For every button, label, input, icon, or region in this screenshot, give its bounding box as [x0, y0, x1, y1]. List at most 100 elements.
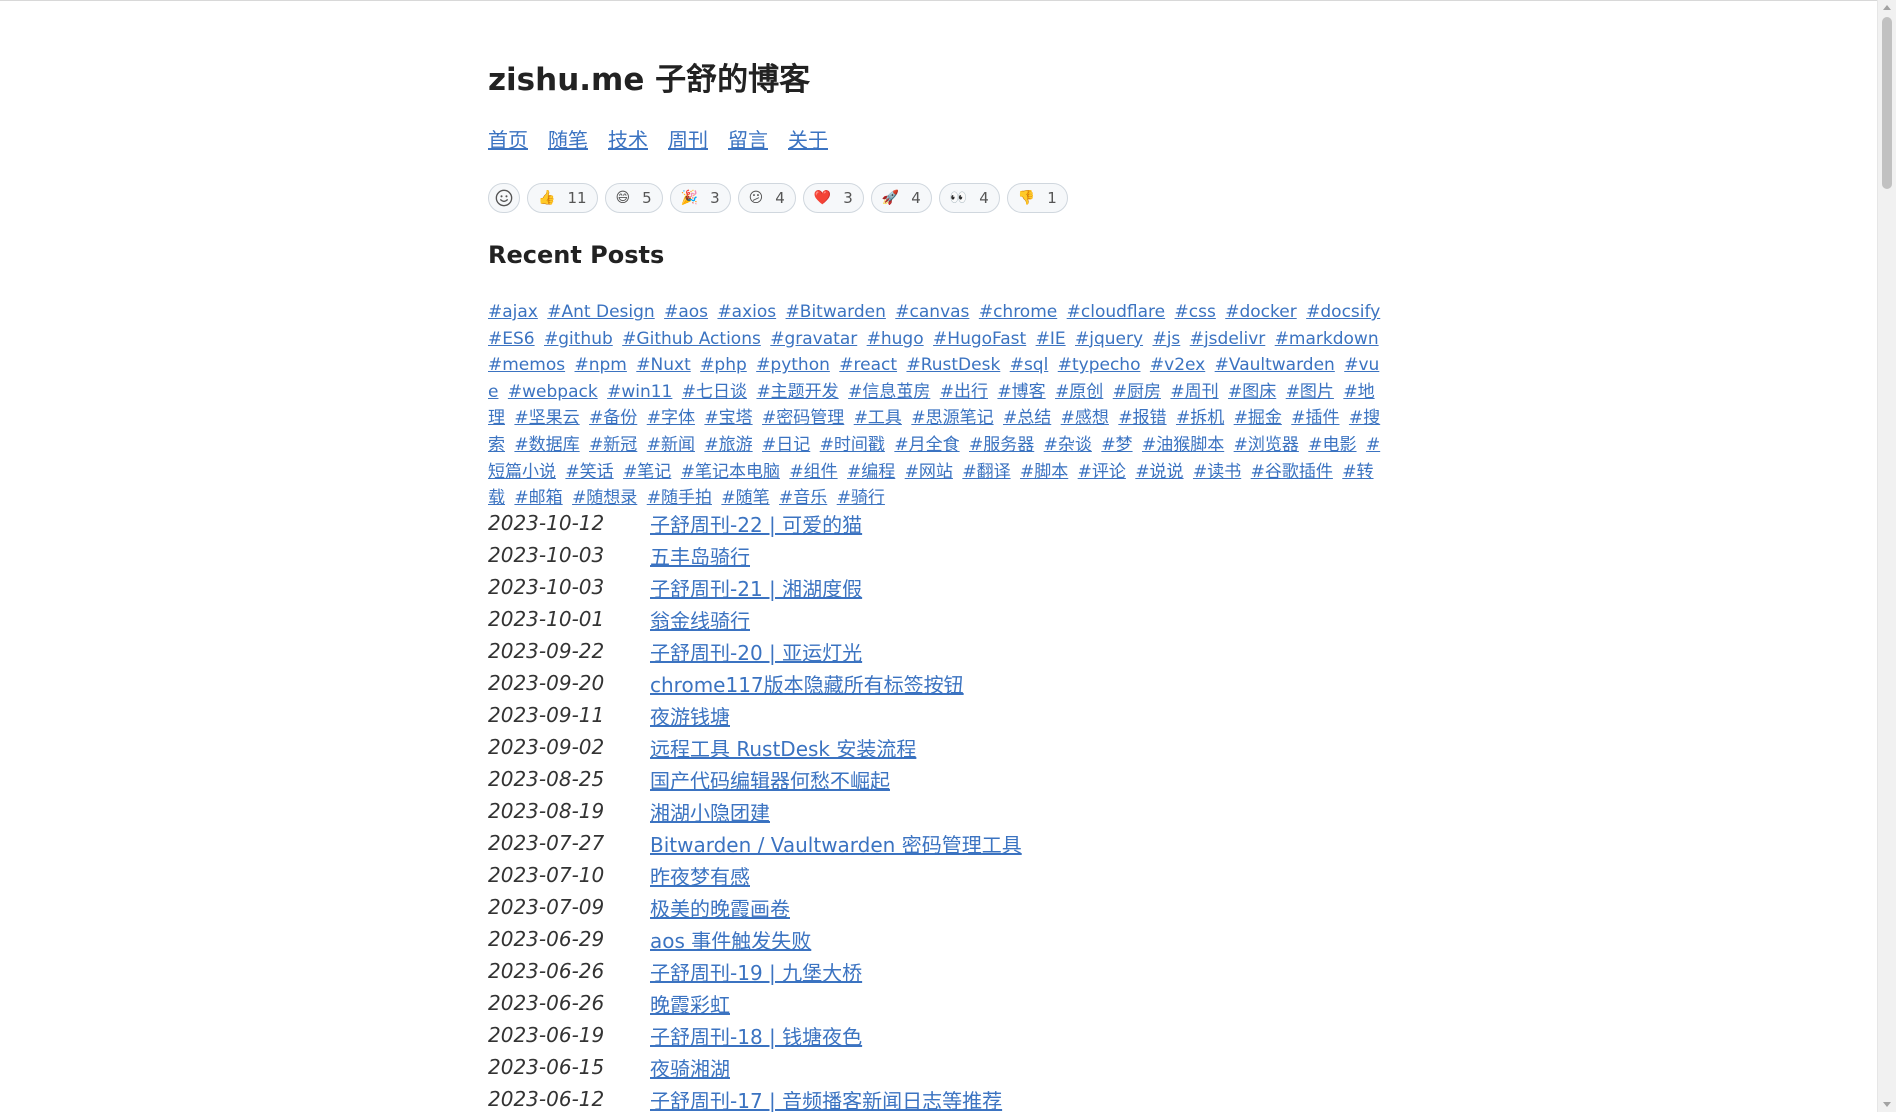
- tag-link[interactable]: #随想录: [572, 488, 637, 508]
- tag-link[interactable]: #读书: [1193, 462, 1241, 482]
- tag-link[interactable]: #chrome: [979, 302, 1057, 322]
- tag-link[interactable]: #jsdelivr: [1190, 329, 1266, 349]
- tag-link[interactable]: #拆机: [1176, 408, 1224, 428]
- tag-link[interactable]: #油猴脚本: [1142, 435, 1224, 455]
- tag-link[interactable]: #谷歌插件: [1251, 462, 1333, 482]
- tag-link[interactable]: #月全食: [894, 435, 959, 455]
- tag-link[interactable]: #随手拍: [647, 488, 712, 508]
- nav-item-guestbook[interactable]: 留言: [728, 124, 768, 153]
- reaction-button[interactable]: 👍 11: [527, 183, 598, 213]
- reaction-button[interactable]: 👎 1: [1006, 183, 1068, 213]
- add-reaction-button[interactable]: [488, 183, 520, 213]
- tag-link[interactable]: #脚本: [1020, 462, 1068, 482]
- tag-link[interactable]: #说说: [1135, 462, 1183, 482]
- post-link[interactable]: 昨夜梦有感: [650, 861, 750, 890]
- tag-link[interactable]: #ES6: [488, 329, 535, 349]
- tag-link[interactable]: #服务器: [969, 435, 1034, 455]
- tag-link[interactable]: #php: [700, 355, 747, 375]
- tag-link[interactable]: #笔记: [623, 462, 671, 482]
- tag-link[interactable]: #github: [544, 329, 613, 349]
- post-link[interactable]: 子舒周刊-20 | 亚运灯光: [650, 637, 862, 666]
- tag-link[interactable]: #js: [1152, 329, 1180, 349]
- reaction-button[interactable]: 🎉 3: [669, 183, 731, 213]
- tag-link[interactable]: #信息茧房: [848, 382, 930, 402]
- scroll-thumb[interactable]: [1882, 17, 1892, 189]
- tag-link[interactable]: #宝塔: [704, 408, 752, 428]
- tag-link[interactable]: #时间戳: [820, 435, 885, 455]
- tag-link[interactable]: #python: [756, 355, 830, 375]
- nav-item-about[interactable]: 关于: [788, 124, 828, 153]
- tag-link[interactable]: #react: [839, 355, 897, 375]
- tag-link[interactable]: #字体: [647, 408, 695, 428]
- tag-link[interactable]: #图片: [1286, 382, 1334, 402]
- tag-link[interactable]: #厨房: [1113, 382, 1161, 402]
- site-title[interactable]: zishu.me 子舒的博客: [488, 54, 810, 99]
- tag-link[interactable]: #感想: [1061, 408, 1109, 428]
- tag-link[interactable]: #掘金: [1234, 408, 1282, 428]
- post-link[interactable]: 翁金线骑行: [650, 605, 750, 634]
- tag-link[interactable]: #杂谈: [1044, 435, 1092, 455]
- tag-link[interactable]: #工具: [854, 408, 902, 428]
- tag-link[interactable]: #IE: [1036, 329, 1066, 349]
- tag-link[interactable]: #音乐: [779, 488, 827, 508]
- tag-link[interactable]: #gravatar: [770, 329, 857, 349]
- tag-link[interactable]: #主题开发: [756, 382, 838, 402]
- post-link[interactable]: 五丰岛骑行: [650, 541, 750, 570]
- tag-link[interactable]: #webpack: [508, 382, 598, 402]
- tag-link[interactable]: #邮箱: [514, 488, 562, 508]
- post-link[interactable]: 子舒周刊-22 | 可爱的猫: [650, 509, 862, 538]
- tag-link[interactable]: #aos: [664, 302, 708, 322]
- tag-link[interactable]: #电影: [1308, 435, 1356, 455]
- post-link[interactable]: 极美的晚霞画卷: [650, 893, 790, 922]
- tag-link[interactable]: #Bitwarden: [786, 302, 886, 322]
- tag-link[interactable]: #坚果云: [514, 408, 579, 428]
- post-link[interactable]: chrome117版本隐藏所有标签按钮: [650, 669, 964, 698]
- tag-link[interactable]: #编程: [847, 462, 895, 482]
- nav-item-weekly[interactable]: 周刊: [668, 124, 708, 153]
- tag-link[interactable]: #RustDesk: [906, 355, 1000, 375]
- tag-link[interactable]: #原创: [1055, 382, 1103, 402]
- tag-link[interactable]: #axios: [717, 302, 776, 322]
- tag-link[interactable]: #Github Actions: [622, 329, 761, 349]
- post-link[interactable]: Bitwarden / Vaultwarden 密码管理工具: [650, 829, 1022, 858]
- post-link[interactable]: aos 事件触发失败: [650, 925, 811, 954]
- post-link[interactable]: 远程工具 RustDesk 安装流程: [650, 733, 916, 762]
- tag-link[interactable]: #周刊: [1170, 382, 1218, 402]
- reaction-button[interactable]: 😕 4: [737, 183, 796, 213]
- post-link[interactable]: 子舒周刊-17 | 音频播客新闻日志等推荐: [650, 1085, 1002, 1112]
- tag-link[interactable]: #笑话: [565, 462, 613, 482]
- nav-item-home[interactable]: 首页: [488, 124, 528, 153]
- tag-link[interactable]: #密码管理: [762, 408, 844, 428]
- post-link[interactable]: 夜游钱塘: [650, 701, 730, 730]
- tag-link[interactable]: #HugoFast: [933, 329, 1026, 349]
- post-link[interactable]: 子舒周刊-21 | 湘湖度假: [650, 573, 862, 602]
- tag-link[interactable]: #出行: [940, 382, 988, 402]
- tag-link[interactable]: #浏览器: [1234, 435, 1299, 455]
- post-link[interactable]: 国产代码编辑器何愁不崛起: [650, 765, 890, 794]
- tag-link[interactable]: #docker: [1225, 302, 1296, 322]
- post-link[interactable]: 湘湖小隐团建: [650, 797, 770, 826]
- post-link[interactable]: 晚霞彩虹: [650, 989, 730, 1018]
- post-link[interactable]: 夜骑湘湖: [650, 1053, 730, 1082]
- nav-item-essays[interactable]: 随笔: [548, 124, 588, 153]
- tag-link[interactable]: #翻译: [962, 462, 1010, 482]
- tag-link[interactable]: #评论: [1078, 462, 1126, 482]
- tag-link[interactable]: #v2ex: [1150, 355, 1205, 375]
- tag-link[interactable]: #数据库: [514, 435, 579, 455]
- tag-link[interactable]: #旅游: [704, 435, 752, 455]
- tag-link[interactable]: #ajax: [488, 302, 538, 322]
- vertical-scrollbar[interactable]: [1877, 0, 1896, 1112]
- tag-link[interactable]: #Ant Design: [547, 302, 654, 322]
- tag-link[interactable]: #新冠: [589, 435, 637, 455]
- tag-link[interactable]: #插件: [1291, 408, 1339, 428]
- tag-link[interactable]: #组件: [789, 462, 837, 482]
- tag-link[interactable]: #css: [1175, 302, 1216, 322]
- post-link[interactable]: 子舒周刊-19 | 九堡大桥: [650, 957, 862, 986]
- tag-link[interactable]: #日记: [762, 435, 810, 455]
- tag-link[interactable]: #随笔: [721, 488, 769, 508]
- reaction-button[interactable]: ❤️ 3: [802, 183, 864, 213]
- tag-link[interactable]: #骑行: [837, 488, 885, 508]
- tag-link[interactable]: #canvas: [895, 302, 969, 322]
- tag-link[interactable]: #总结: [1003, 408, 1051, 428]
- tag-link[interactable]: #博客: [997, 382, 1045, 402]
